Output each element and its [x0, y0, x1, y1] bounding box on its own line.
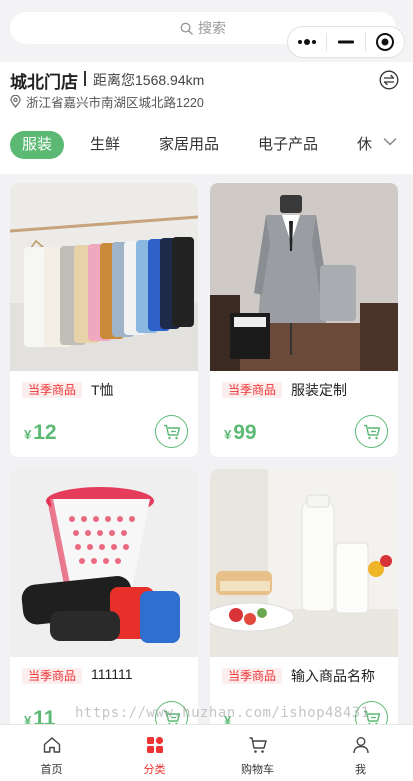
tabbar-me[interactable]: 我 — [309, 725, 412, 781]
seasonal-tag: 当季商品 — [22, 668, 83, 684]
currency-symbol: ¥ — [24, 713, 32, 724]
product-price: ¥12 — [24, 421, 57, 445]
category-icon — [146, 736, 163, 753]
switch-store-icon[interactable] — [379, 70, 399, 90]
cart-icon — [163, 424, 180, 439]
product-name: 服装定制 — [291, 382, 347, 398]
miniprogram-capsule — [287, 26, 405, 58]
tab-clothing[interactable]: 服装 — [10, 131, 65, 159]
chevron-down-icon[interactable] — [383, 137, 397, 146]
seasonal-tag: 当季商品 — [22, 382, 83, 398]
cart-icon — [249, 737, 267, 753]
price-value: 11 — [33, 707, 56, 724]
store-divider — [84, 71, 86, 86]
tabbar-home[interactable]: 首页 — [0, 725, 103, 781]
minus-icon — [338, 40, 354, 44]
target-close-icon — [375, 33, 394, 51]
tab-home-goods[interactable]: 家居用品 — [159, 131, 219, 159]
store-address-text: 浙江省嘉兴市南湖区城北路1220 — [26, 96, 204, 110]
product-price: ¥99 — [224, 421, 257, 445]
product-image-suit — [210, 183, 398, 371]
seasonal-tag: 当季商品 — [222, 382, 283, 398]
store-distance: 距离您1568.94km — [93, 72, 205, 88]
tab-electronics[interactable]: 电子产品 — [258, 131, 318, 159]
product-name: 输入商品名称 — [291, 668, 375, 684]
product-card[interactable]: 当季商品 服装定制 ¥99 — [210, 183, 398, 457]
product-image-trash-bin — [10, 469, 198, 657]
tab-fresh[interactable]: 生鲜 — [90, 131, 120, 159]
add-to-cart-button[interactable] — [155, 415, 188, 448]
product-card[interactable]: 当季商品 输入商品名称 ¥ — [210, 469, 398, 724]
home-icon — [43, 737, 60, 753]
category-tabs: 服装 生鲜 家居用品 电子产品 休 — [0, 120, 413, 174]
product-card[interactable]: 当季商品 111111 ¥11 — [10, 469, 198, 724]
seasonal-tag: 当季商品 — [222, 668, 283, 684]
price-value: 12 — [33, 421, 57, 444]
tabbar-category[interactable]: 分类 — [103, 725, 206, 781]
tabbar-home-label: 首页 — [40, 764, 63, 776]
tabbar-cart-label: 购物车 — [241, 764, 274, 776]
more-dots-icon — [298, 39, 317, 45]
currency-symbol: ¥ — [24, 427, 32, 442]
more-menu-button[interactable] — [288, 27, 326, 57]
tabbar-category-label: 分类 — [143, 764, 166, 776]
cart-icon — [363, 424, 380, 439]
minimize-button[interactable] — [327, 27, 365, 57]
tabbar-me-label: 我 — [355, 764, 366, 776]
watermark: https://www.huzhan.com/ishop48431 — [75, 705, 370, 721]
product-grid: 当季商品 T恤 ¥12 当季商品 服装定制 ¥99 当季商品 111111 ¥1… — [0, 174, 413, 724]
product-image-tshirts — [10, 183, 198, 371]
store-address: 浙江省嘉兴市南湖区城北路1220 — [10, 92, 204, 111]
product-name: T恤 — [91, 382, 114, 398]
tabbar-cart[interactable]: 购物车 — [206, 725, 309, 781]
bottom-tab-bar: 首页 分类 购物车 我 — [0, 724, 413, 781]
search-placeholder: 搜索 — [198, 20, 226, 36]
product-card[interactable]: 当季商品 T恤 ¥12 — [10, 183, 198, 457]
currency-symbol: ¥ — [224, 427, 232, 442]
price-value: 99 — [233, 421, 257, 444]
close-miniprogram-button[interactable] — [366, 27, 404, 57]
tab-leisure[interactable]: 休 — [357, 131, 372, 159]
product-price: ¥11 — [24, 707, 55, 724]
store-name: 城北门店 — [10, 73, 78, 92]
location-pin-icon — [10, 95, 21, 108]
product-image-milk — [210, 469, 398, 657]
add-to-cart-button[interactable] — [355, 415, 388, 448]
product-name: 111111 — [91, 666, 133, 682]
search-icon — [180, 22, 193, 35]
user-icon — [352, 737, 369, 754]
store-info: 城北门店 距离您1568.94km 浙江省嘉兴市南湖区城北路1220 — [0, 62, 413, 120]
top-area: 搜索 — [0, 0, 413, 62]
